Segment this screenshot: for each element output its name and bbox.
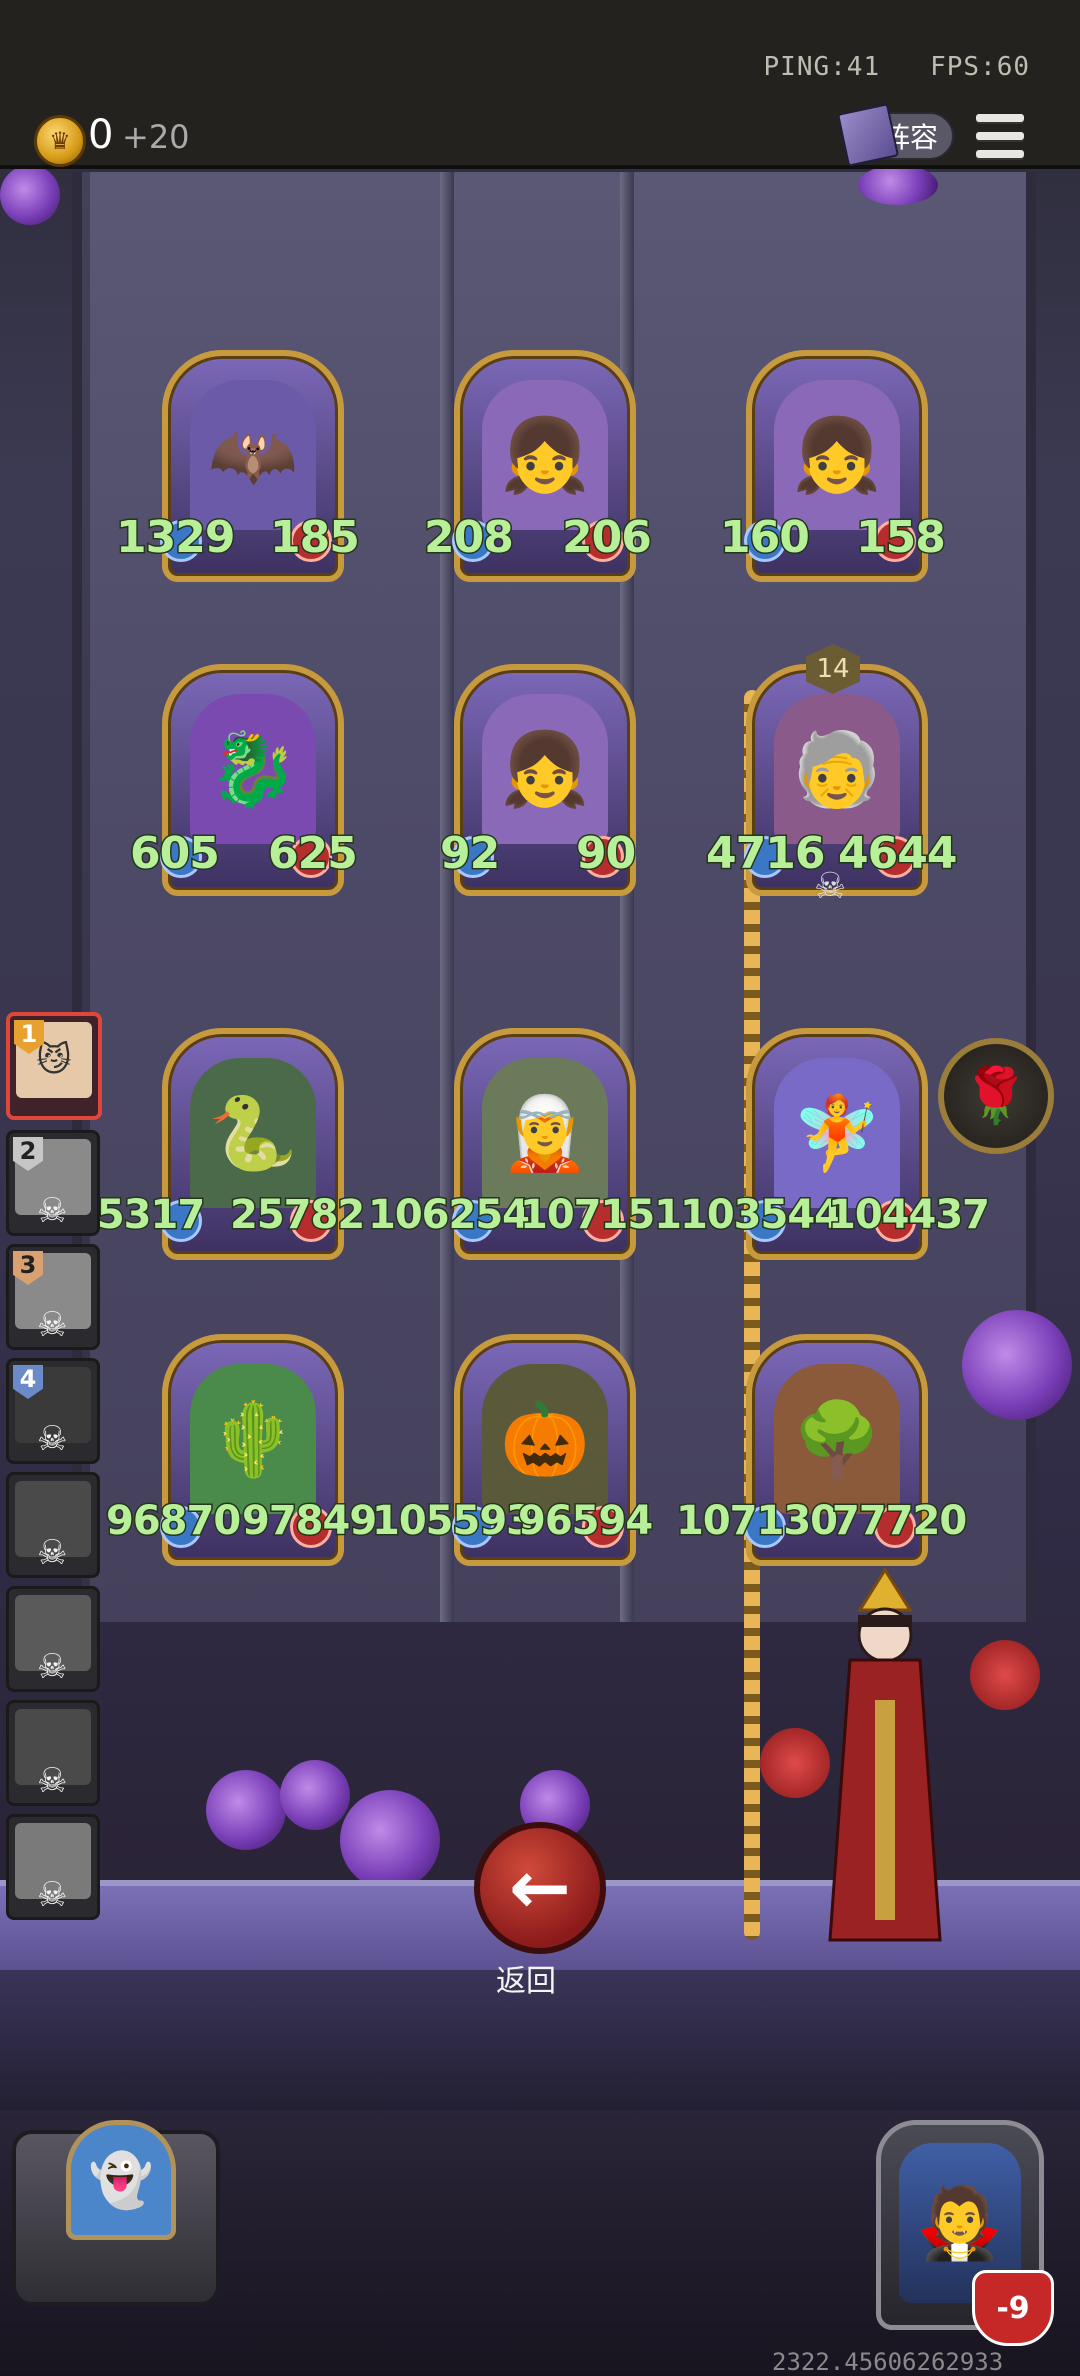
unit-health-value: 4644 bbox=[836, 827, 958, 881]
hero-health-badge: -9 bbox=[972, 2270, 1054, 2346]
board-pillar bbox=[440, 172, 454, 1622]
rose-decoration bbox=[340, 1790, 440, 1890]
old-scientist-portrait: 🧓 bbox=[774, 694, 900, 844]
tree-ent-portrait: 🌳 bbox=[774, 1364, 900, 1514]
roster-slot-5[interactable]: ☠ bbox=[6, 1472, 100, 1578]
rose-decoration bbox=[858, 165, 938, 205]
roster-slot-6[interactable]: ☠ bbox=[6, 1586, 100, 1692]
medusa-portrait: 🐍 bbox=[190, 1058, 316, 1208]
red-rose-decoration bbox=[760, 1728, 830, 1798]
doll-girl-portrait: 👧 bbox=[482, 380, 608, 530]
ghost-icon: 👻 bbox=[66, 2120, 176, 2240]
unit-health-value: 206 bbox=[561, 511, 654, 565]
horned-dragon-portrait: 🐉 bbox=[190, 694, 316, 844]
bride-enemy bbox=[820, 1560, 950, 1960]
unit-health-value: 90 bbox=[574, 827, 637, 881]
unit-health-value: 158 bbox=[855, 511, 948, 565]
gold-income: +20 bbox=[122, 118, 190, 156]
lineup-book-icon bbox=[836, 103, 900, 167]
unit-attack-value: 96870 bbox=[104, 1497, 242, 1546]
roster-slot-7[interactable]: ☠ bbox=[6, 1700, 100, 1806]
network-stats: PING:41 FPS:60 bbox=[764, 52, 1030, 82]
ping-text: PING:41 bbox=[763, 52, 881, 82]
doll-girl-portrait: 👧 bbox=[482, 694, 608, 844]
skull-icon: ☠ bbox=[37, 1305, 68, 1345]
skull-icon: ☠ bbox=[814, 866, 847, 907]
unit-health-value: 96594 bbox=[516, 1497, 654, 1546]
unit-health-value: 104437 bbox=[827, 1191, 992, 1240]
rose-decoration bbox=[0, 165, 60, 225]
game-scene: 🦇 1329 185 👧 208 206 👧 160 158 🐉 605 625… bbox=[0, 0, 1080, 2376]
rose-decoration bbox=[206, 1770, 286, 1850]
skull-icon: ☠ bbox=[37, 1875, 68, 1915]
fps-text: FPS:60 bbox=[930, 52, 1030, 82]
treasure-chest-button[interactable]: 👻 bbox=[12, 2120, 220, 2306]
crown-coin-icon: ♛ bbox=[34, 115, 86, 167]
unit-health-value: 25782 bbox=[228, 1191, 366, 1240]
unit-health-value: 185 bbox=[269, 511, 362, 565]
bat-demon-portrait: 🦇 bbox=[190, 380, 316, 530]
rose-decoration bbox=[962, 1310, 1072, 1420]
unit-health-value: 97849 bbox=[240, 1497, 378, 1546]
rose-decoration bbox=[280, 1760, 350, 1830]
unit-attack-value: 4716 bbox=[704, 827, 826, 881]
rose-item-icon[interactable]: 🌹 bbox=[938, 1038, 1054, 1154]
flower-fairy-portrait: 🧚 bbox=[774, 1058, 900, 1208]
top-hud: PING:41 FPS:60 ♛ 0 +20 阵容 bbox=[0, 0, 1080, 169]
unit-attack-value: 103544 bbox=[679, 1191, 844, 1240]
skull-icon: ☠ bbox=[37, 1647, 68, 1687]
unit-attack-value: 106254 bbox=[367, 1191, 532, 1240]
forest-elf-portrait: 🧝 bbox=[482, 1058, 608, 1208]
unit-attack-value: 208 bbox=[423, 511, 516, 565]
player-roster: 😼 1 2 ☠ 3 ☠ 4 ☠ ☠ ☠ ☠ ☠ bbox=[0, 1012, 102, 1927]
roster-slot-8[interactable]: ☠ bbox=[6, 1814, 100, 1920]
cactus-portrait: 🌵 bbox=[190, 1364, 316, 1514]
red-rose-decoration bbox=[970, 1640, 1040, 1710]
unit-health-value: 625 bbox=[267, 827, 360, 881]
unit-attack-value: 1329 bbox=[114, 511, 236, 565]
unit-attack-value: 605 bbox=[129, 827, 222, 881]
unit-attack-value: 105593 bbox=[371, 1497, 536, 1546]
pumpkin-monster-portrait: 🎃 bbox=[482, 1364, 608, 1514]
skull-icon: ☠ bbox=[37, 1191, 68, 1231]
unit-attack-value: 92 bbox=[438, 827, 501, 881]
skull-icon: ☠ bbox=[37, 1761, 68, 1801]
roster-slot-3[interactable]: 3 ☠ bbox=[6, 1244, 100, 1350]
menu-icon[interactable] bbox=[976, 114, 1024, 158]
debug-coordinates: 2322.45606262933 bbox=[772, 2348, 1004, 2376]
roster-slot-2[interactable]: 2 ☠ bbox=[6, 1130, 100, 1236]
back-label: 返回 bbox=[496, 1964, 556, 1999]
unit-health-value: 77720 bbox=[830, 1497, 968, 1546]
arrow-left-icon: ← bbox=[508, 1845, 571, 1931]
unit-attack-value: 160 bbox=[719, 511, 812, 565]
skull-icon: ☠ bbox=[37, 1419, 68, 1459]
roster-slot-4[interactable]: 4 ☠ bbox=[6, 1358, 100, 1464]
unit-health-value: 107151 bbox=[519, 1191, 684, 1240]
unit-attack-value: 107130 bbox=[675, 1497, 840, 1546]
gold-count: 0 bbox=[88, 112, 114, 158]
back-button[interactable]: ← bbox=[474, 1822, 606, 1954]
skull-icon: ☠ bbox=[37, 1533, 68, 1573]
roster-slot-1[interactable]: 😼 1 bbox=[6, 1012, 102, 1120]
doll-girl-portrait: 👧 bbox=[774, 380, 900, 530]
